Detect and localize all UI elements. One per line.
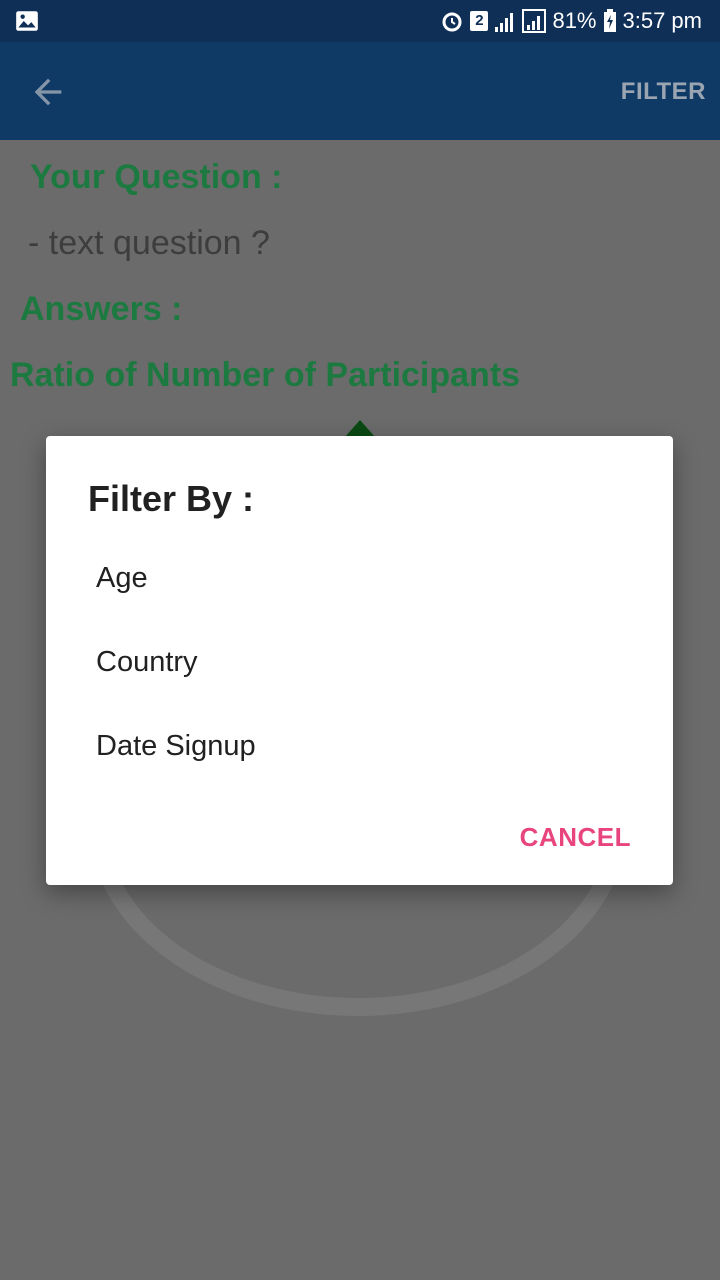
app-bar: FILTER bbox=[0, 42, 720, 140]
filter-option-age[interactable]: Age bbox=[96, 562, 148, 595]
sim-2-icon: 2 bbox=[470, 11, 489, 31]
status-bar: 2 81% 3:57 pm bbox=[0, 0, 720, 42]
battery-charging-icon bbox=[603, 9, 616, 32]
filter-dialog: Filter By : Age Country Date Signup CANC… bbox=[46, 436, 673, 885]
signal-icon bbox=[495, 13, 514, 32]
status-time: 3:57 pm bbox=[622, 8, 703, 33]
chart-heading: Ratio of Number of Participants bbox=[10, 356, 521, 394]
image-icon bbox=[16, 11, 38, 31]
arrow-back-icon[interactable] bbox=[28, 72, 68, 112]
signal-icon bbox=[522, 9, 547, 33]
filter-option-date-signup[interactable]: Date Signup bbox=[96, 730, 256, 763]
filter-option-country[interactable]: Country bbox=[96, 646, 198, 679]
dialog-title: Filter By : bbox=[88, 478, 255, 519]
alarm-icon bbox=[442, 12, 462, 32]
filter-button[interactable]: FILTER bbox=[621, 78, 706, 106]
battery-percent: 81% bbox=[552, 8, 597, 33]
answers-heading: Answers : bbox=[20, 290, 183, 328]
question-text: - text question ? bbox=[28, 224, 270, 262]
question-heading: Your Question : bbox=[30, 158, 283, 196]
status-icons: 2 81% 3:57 pm bbox=[440, 6, 702, 36]
cancel-button[interactable]: CANCEL bbox=[520, 822, 631, 853]
